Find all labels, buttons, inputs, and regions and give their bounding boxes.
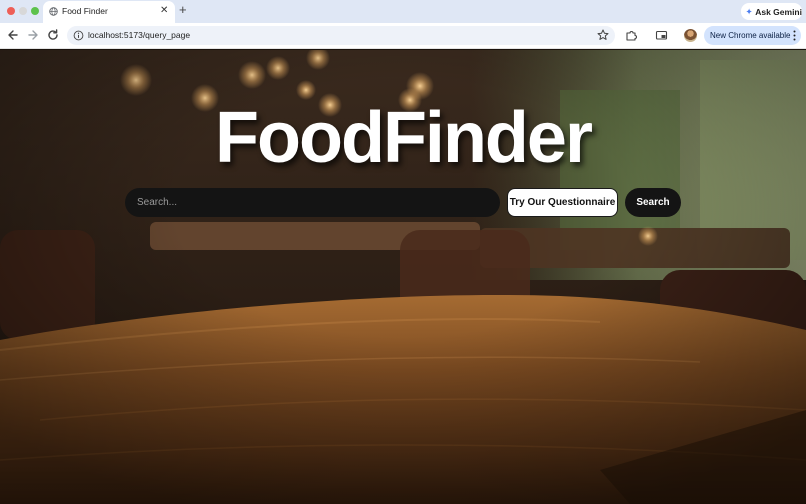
puzzle-icon[interactable] — [625, 29, 638, 42]
query-page: FoodFinder Try Our Questionnaire Search — [0, 50, 806, 504]
menu-dots-icon[interactable] — [793, 30, 796, 41]
new-chrome-available-button[interactable]: New Chrome available — [704, 26, 801, 45]
window-minimize-button[interactable] — [19, 7, 27, 15]
sparkle-icon — [746, 8, 753, 15]
window-maximize-button[interactable] — [31, 7, 39, 15]
close-icon[interactable]: ✕ — [160, 5, 168, 17]
globe-icon — [49, 7, 58, 16]
star-icon[interactable] — [597, 29, 609, 41]
window-close-button[interactable] — [7, 7, 15, 15]
reload-icon[interactable] — [46, 28, 60, 42]
url-text[interactable]: localhost:5173/query_page — [88, 30, 190, 40]
plus-icon[interactable]: + — [179, 3, 187, 17]
avatar[interactable] — [684, 29, 697, 42]
browser-tab[interactable]: Food Finder ✕ — [43, 1, 175, 23]
cast-icon[interactable] — [655, 29, 668, 42]
browser-toolbar: localhost:5173/query_page New Chrome ava… — [0, 23, 806, 49]
update-label: New Chrome available — [710, 31, 791, 40]
ask-gemini-button[interactable]: Ask Gemini — [741, 3, 802, 20]
forward-arrow-icon[interactable] — [26, 28, 40, 42]
page-title: FoodFinder — [215, 98, 593, 178]
back-arrow-icon[interactable] — [6, 28, 20, 42]
address-bar[interactable]: localhost:5173/query_page — [67, 26, 615, 45]
browser-tab-bar: Food Finder ✕ + Ask Gemini — [0, 0, 806, 23]
questionnaire-button[interactable]: Try Our Questionnaire — [507, 188, 618, 217]
search-button[interactable]: Search — [625, 188, 681, 217]
ask-gemini-label: Ask Gemini — [755, 6, 802, 17]
tab-title: Food Finder — [62, 6, 108, 16]
search-input[interactable] — [125, 188, 500, 217]
info-icon[interactable] — [73, 30, 84, 41]
